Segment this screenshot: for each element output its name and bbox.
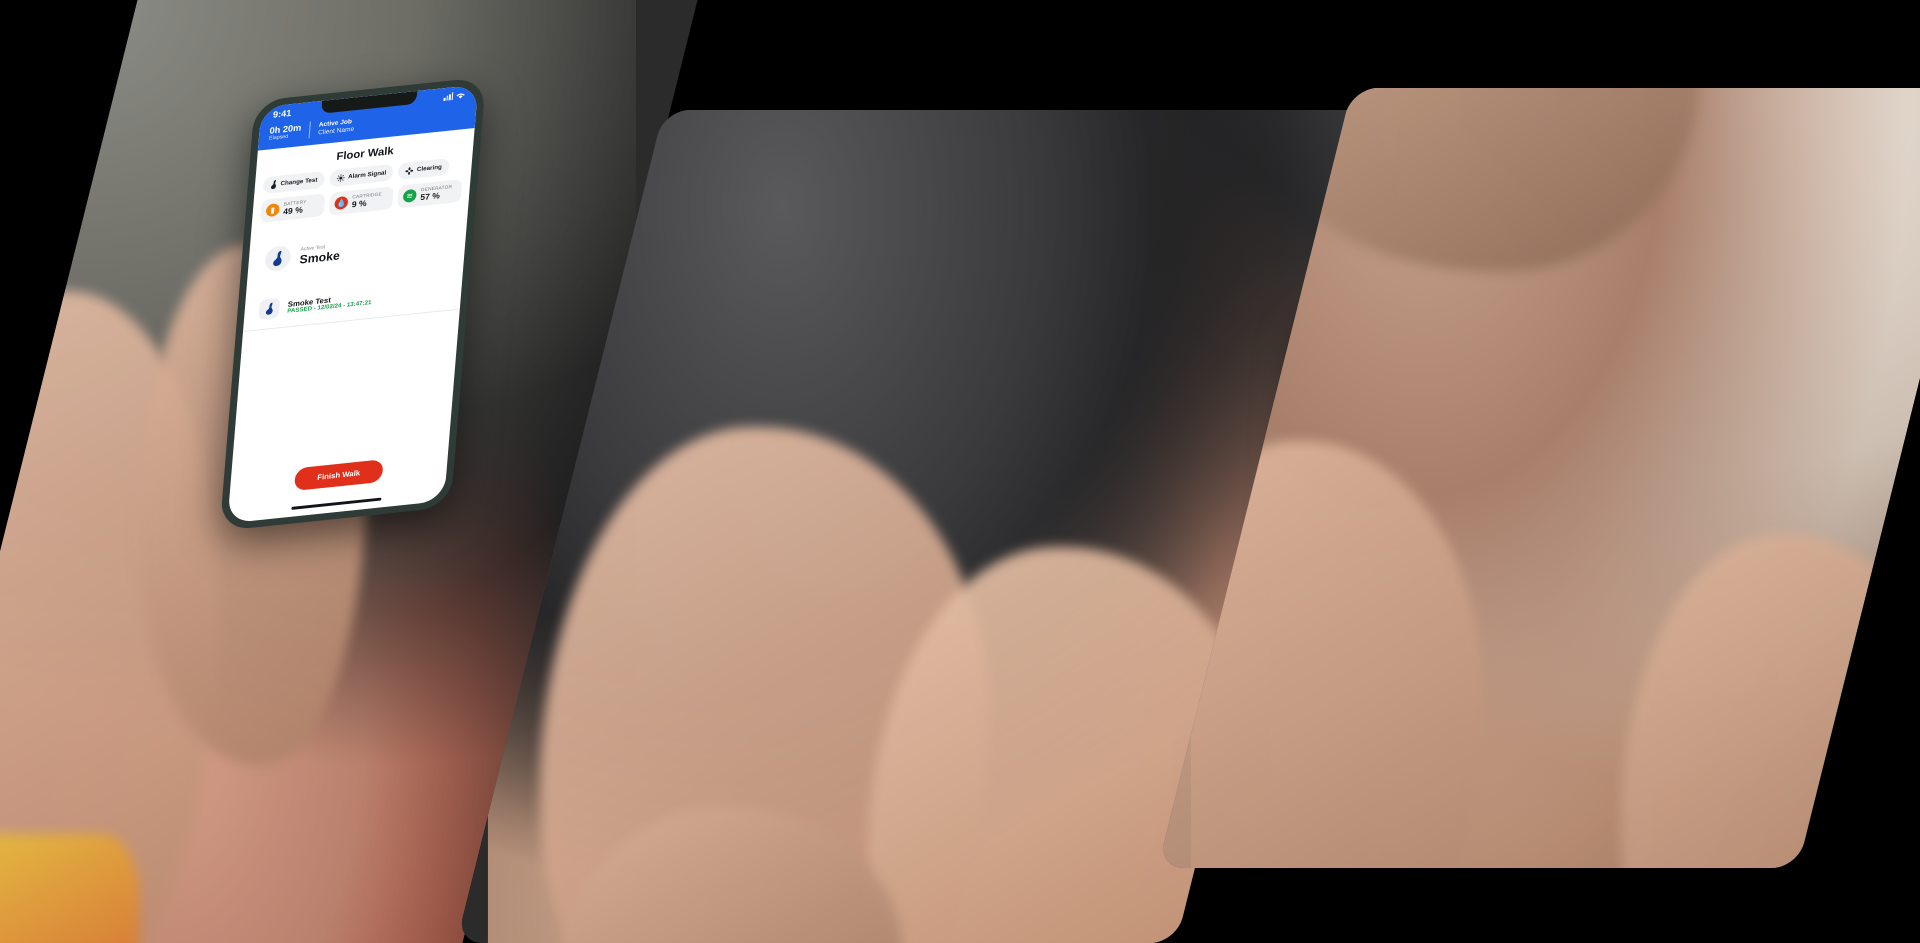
chip-label: Clearing	[416, 163, 443, 174]
finish-walk-button[interactable]: Finish Walk	[293, 459, 384, 492]
phone1-screen: 9:41 0h 20m Elapsed Active Job Client Na…	[227, 84, 479, 524]
divider	[308, 121, 311, 139]
fan-icon	[405, 166, 414, 175]
droplet-icon: 💧	[334, 195, 349, 211]
smoke-icon	[264, 244, 292, 273]
gauge-value: 49 %	[282, 204, 304, 217]
home-indicator	[291, 497, 382, 510]
composition-stage: 9:41 0h 20m Elapsed Active Job Client Na…	[0, 0, 1920, 943]
gauge-value: 9 %	[351, 197, 367, 210]
hazard-blob	[0, 833, 139, 943]
hand-blob	[1621, 534, 1920, 868]
generator-icon: ≋	[402, 188, 417, 203]
chip-label: Alarm Signal	[347, 169, 387, 181]
gauge-value: 57 %	[419, 190, 441, 203]
battery-icon: ▮	[265, 203, 280, 218]
status-icons	[443, 91, 465, 101]
smoke-icon	[258, 297, 281, 320]
status-time: 9:41	[272, 107, 292, 120]
phone-floor-walk: 9:41 0h 20m Elapsed Active Job Client Na…	[219, 76, 486, 532]
elapsed-block: 0h 20m Elapsed	[269, 122, 302, 142]
alarm-icon	[336, 173, 346, 182]
wifi-icon	[456, 93, 465, 99]
chip-label: Change Test	[280, 176, 318, 188]
smoke-icon	[270, 179, 276, 190]
signal-icon	[443, 92, 454, 101]
job-block: Active Job Client Name	[318, 117, 355, 137]
